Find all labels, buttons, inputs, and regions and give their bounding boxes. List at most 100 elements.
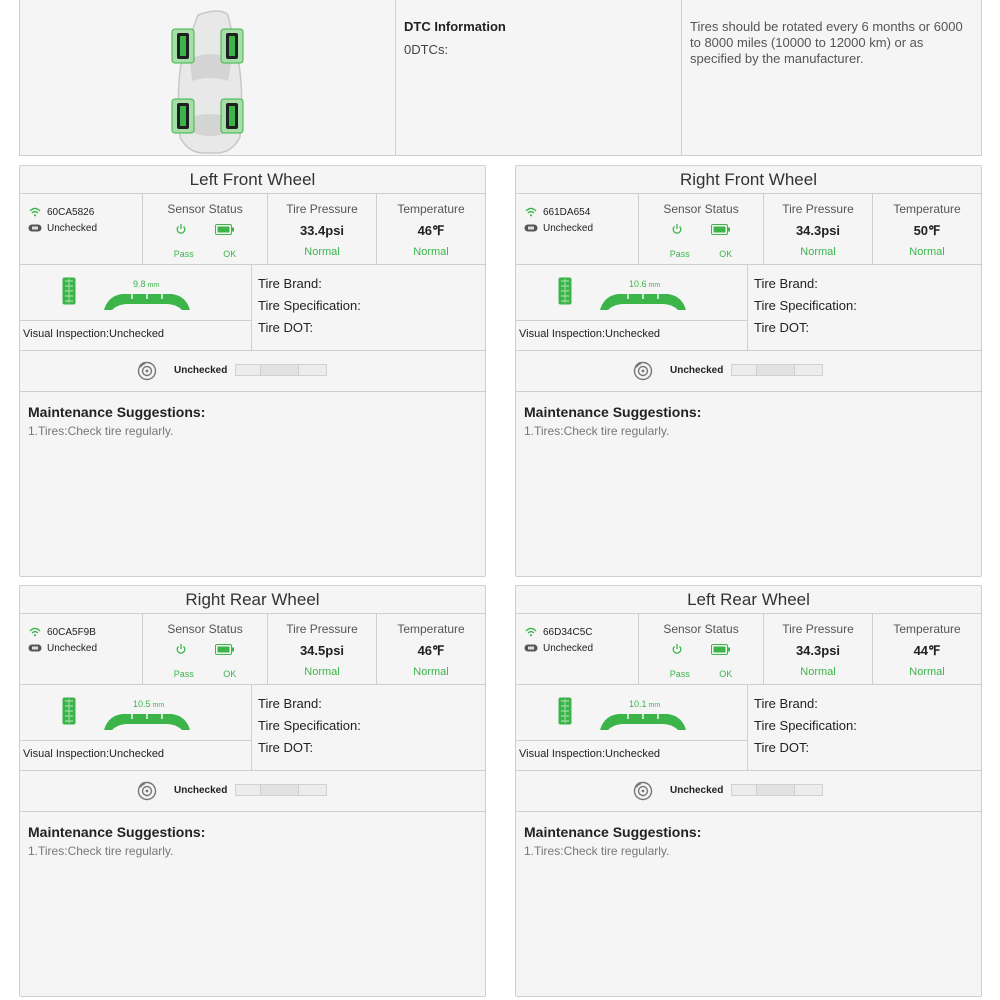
temperature-label: Temperature: [397, 202, 465, 216]
tread-depth-value: 9.8: [133, 279, 146, 289]
power-icon: [671, 642, 683, 660]
tread-info-row: 10.5 mm Visual Inspection:Unchecked Tire …: [20, 685, 485, 771]
brake-disc-icon: [633, 361, 653, 386]
brake-row: Unchecked: [20, 351, 485, 392]
temperature-status: Normal: [909, 246, 945, 258]
tread-depth-unit: mm: [147, 282, 160, 289]
maintenance-title: Maintenance Suggestions:: [28, 404, 206, 420]
tread-profile-icon: [102, 290, 192, 317]
temperature-cell: Temperature 46℉ Normal: [377, 194, 485, 264]
wheel-card-left-rear-wheel: Left Rear Wheel 66D34C5C Unchecked Senso: [515, 585, 982, 997]
tire-pressure-cell: Tire Pressure 34.3psi Normal: [764, 614, 873, 684]
wheel-stats-row: 60CA5F9B Unchecked Sensor Status Pass OK…: [20, 614, 485, 685]
sensor-pass-label: Pass: [669, 249, 690, 259]
sensor-status-label: Sensor Status: [167, 202, 243, 216]
sensor-status-cell: Sensor Status Pass OK: [639, 614, 764, 684]
tire-pressure-value: 34.3psi: [795, 223, 841, 238]
tread-depth-reading: 10.1 mm: [629, 699, 660, 709]
sensor-status-label: Sensor Status: [167, 622, 243, 636]
wifi-signal-icon: [27, 627, 43, 637]
temperature-status: Normal: [413, 246, 449, 258]
wheel-stats-row: 661DA654 Unchecked Sensor Status Pass OK…: [516, 194, 981, 265]
sensor-status-cell: Sensor Status Pass OK: [143, 194, 268, 264]
car-top-view-icon: [171, 10, 244, 154]
tire-pressure-status: Normal: [800, 666, 836, 678]
brake-disc-icon: [137, 781, 157, 806]
visual-inspection: Visual Inspection:Unchecked: [23, 328, 165, 340]
brake-wear-bar: [731, 364, 823, 376]
sensor-check-status: Unchecked: [543, 642, 594, 654]
battery-ok-label: OK: [223, 669, 237, 679]
temperature-status: Normal: [413, 666, 449, 678]
battery-ok-label: OK: [223, 249, 237, 259]
sensor-id: 661DA654: [543, 206, 591, 218]
tire-pressure-label: Tire Pressure: [286, 202, 358, 216]
temperature-value: 44℉: [913, 643, 941, 658]
car-diagram: [20, 0, 396, 155]
brake-disc-icon: [633, 781, 653, 806]
brake-row: Unchecked: [516, 771, 981, 812]
brake-row: Unchecked: [516, 351, 981, 392]
sensor-status-label: Sensor Status: [663, 202, 739, 216]
power-icon: [175, 642, 187, 660]
dtc-count: 0DTCs:: [404, 42, 449, 57]
wifi-signal-icon: [523, 627, 539, 637]
visual-inspection: Visual Inspection:Unchecked: [519, 328, 661, 340]
tread-depth-unit: mm: [648, 282, 661, 289]
tread-pattern-icon: [558, 697, 572, 730]
tire-info-cell: Tire Brand: Tire Specification: Tire DOT…: [748, 685, 981, 770]
tire-brand-label: Tire Brand:: [754, 276, 818, 291]
wheel-stats-row: 60CA5826 Unchecked Sensor Status Pass OK…: [20, 194, 485, 265]
temperature-value: 50℉: [913, 223, 941, 238]
brake-status: Unchecked: [670, 785, 724, 796]
brake-wear-bar: [235, 364, 327, 376]
battery-icon: [215, 642, 235, 660]
tread-pattern-icon: [62, 277, 76, 310]
tire-pressure-cell: Tire Pressure 33.4psi Normal: [268, 194, 377, 264]
sensor-pass-label: Pass: [173, 249, 194, 259]
tire-pressure-cell: Tire Pressure 34.3psi Normal: [764, 194, 873, 264]
visual-inspection: Visual Inspection:Unchecked: [519, 748, 661, 760]
battery-ok-label: OK: [719, 669, 733, 679]
tire-pressure-status: Normal: [800, 246, 836, 258]
tire-brand-label: Tire Brand:: [258, 696, 322, 711]
tire-info-cell: Tire Brand: Tire Specification: Tire DOT…: [252, 265, 485, 350]
tread-pattern-icon: [62, 697, 76, 730]
temperature-label: Temperature: [893, 622, 961, 636]
tread-cell: 10.1 mm Visual Inspection:Unchecked: [516, 685, 748, 770]
sensor-check-status: Unchecked: [47, 642, 98, 654]
wheel-title: Left Rear Wheel: [516, 586, 981, 614]
sensor-status-label: Sensor Status: [663, 622, 739, 636]
wheel-stats-row: 66D34C5C Unchecked Sensor Status Pass OK…: [516, 614, 981, 685]
dtc-title: DTC Information: [404, 19, 506, 34]
temperature-cell: Temperature 44℉ Normal: [873, 614, 981, 684]
tire-spec-label: Tire Specification:: [258, 298, 361, 313]
tire-pressure-value: 34.5psi: [299, 643, 345, 658]
tread-info-row: 9.8 mm Visual Inspection:Unchecked Tire B…: [20, 265, 485, 351]
sensor-id-cell: 661DA654 Unchecked: [516, 194, 639, 264]
maintenance-section: Maintenance Suggestions: 1.Tires:Check t…: [20, 392, 485, 438]
wheel-title: Left Front Wheel: [20, 166, 485, 194]
sensor-pass-label: Pass: [173, 669, 194, 679]
tire-pressure-cell: Tire Pressure 34.5psi Normal: [268, 614, 377, 684]
tire-pressure-status: Normal: [304, 246, 340, 258]
maintenance-title: Maintenance Suggestions:: [524, 404, 702, 420]
tire-front-left-icon: [171, 28, 195, 64]
sensor-id-cell: 66D34C5C Unchecked: [516, 614, 639, 684]
wifi-signal-icon: [523, 207, 539, 217]
tire-front-right-icon: [220, 28, 244, 64]
tire-spec-label: Tire Specification:: [754, 298, 857, 313]
tire-spec-label: Tire Specification:: [258, 718, 361, 733]
tread-depth-value: 10.5: [133, 699, 151, 709]
battery-ok-label: OK: [719, 249, 733, 259]
sensor-tag-icon: [27, 644, 43, 652]
tire-info-cell: Tire Brand: Tire Specification: Tire DOT…: [252, 685, 485, 770]
tire-info-cell: Tire Brand: Tire Specification: Tire DOT…: [748, 265, 981, 350]
maintenance-item: 1.Tires:Check tire regularly.: [524, 424, 670, 438]
temperature-label: Temperature: [397, 622, 465, 636]
tread-cell: 10.5 mm Visual Inspection:Unchecked: [20, 685, 252, 770]
maintenance-item: 1.Tires:Check tire regularly.: [524, 844, 670, 858]
maintenance-item: 1.Tires:Check tire regularly.: [28, 844, 174, 858]
tread-depth-reading: 10.5 mm: [133, 699, 164, 709]
brake-status: Unchecked: [174, 365, 228, 376]
